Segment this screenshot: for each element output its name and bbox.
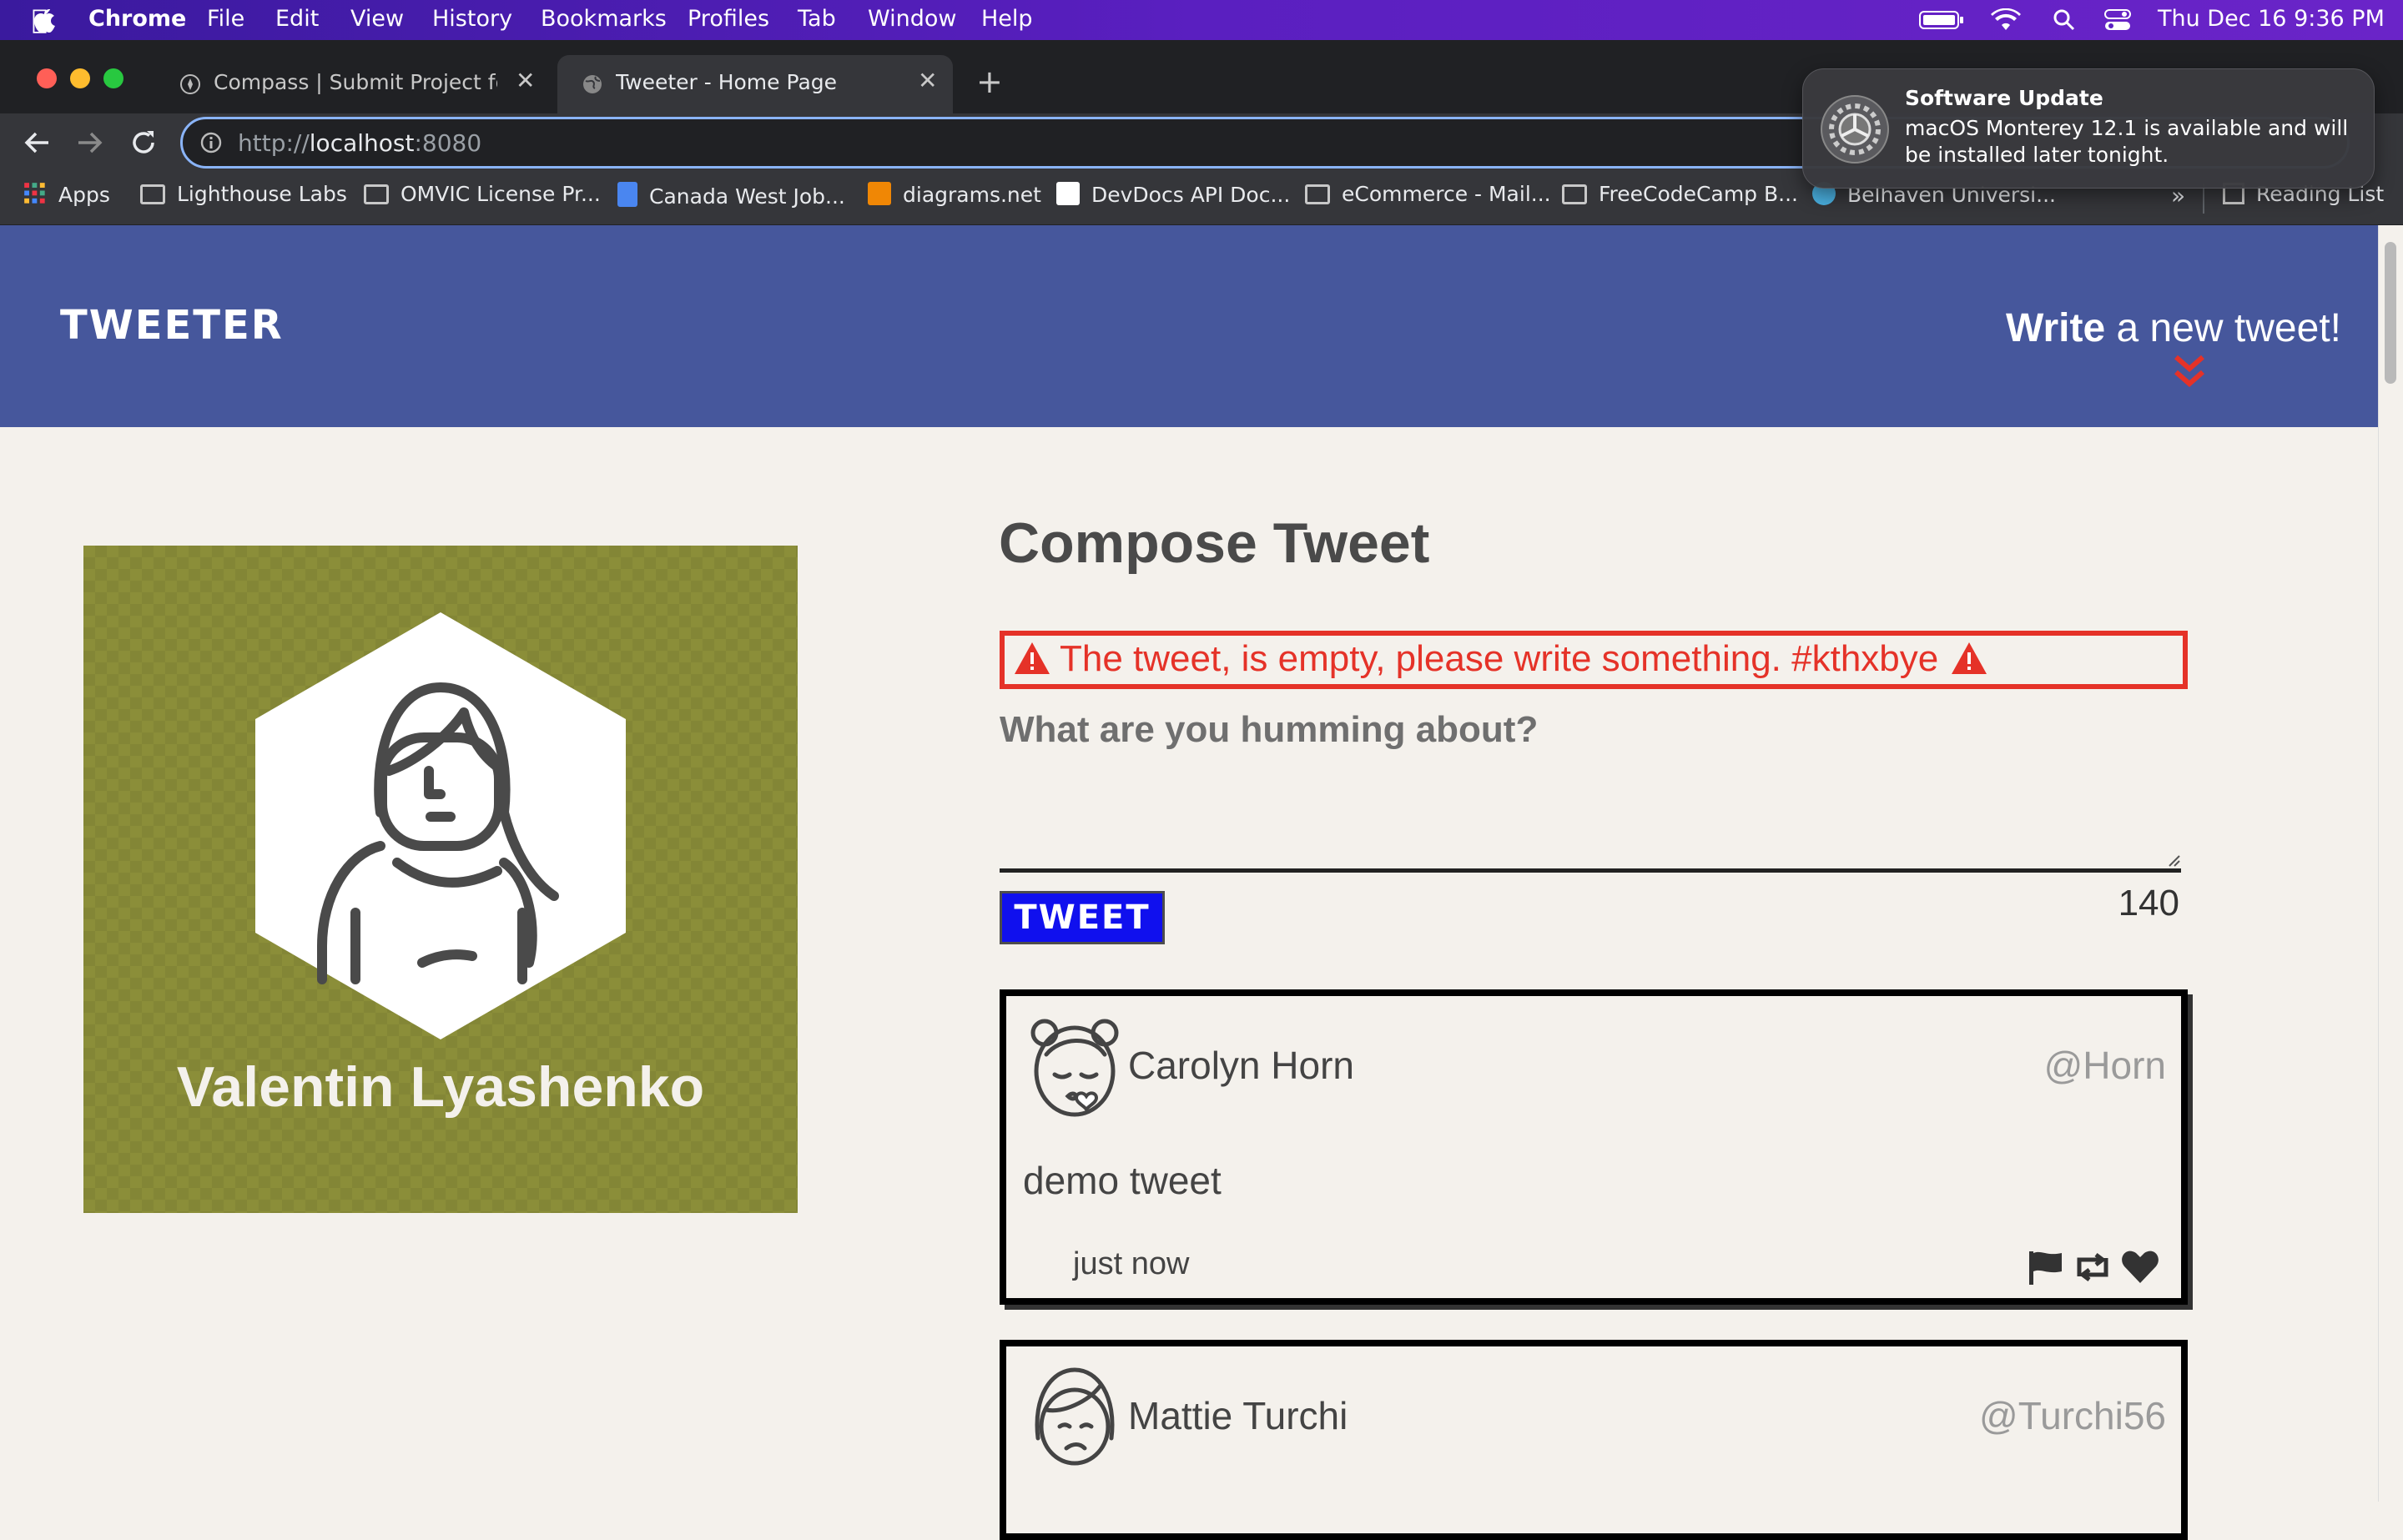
bookmark-devdocs[interactable]: DevDocs API Doc... — [1056, 182, 1290, 207]
docs-icon — [617, 182, 637, 207]
url-scheme: http:// — [238, 129, 310, 157]
retweet-icon[interactable] — [2073, 1251, 2113, 1283]
notification-title: Software Update — [1905, 86, 2103, 110]
compass-favicon-icon — [180, 74, 200, 94]
window-close-button[interactable] — [37, 68, 57, 88]
bookmark-freecodecamp[interactable]: FreeCodeCamp B... — [1562, 182, 1798, 206]
menu-bookmarks[interactable]: Bookmarks — [541, 6, 667, 32]
tweet-button[interactable]: TWEET — [1000, 891, 1165, 944]
user-profile-card: Valentin Lyashenko — [83, 546, 798, 1213]
tweet-article: Carolyn Horn @Horn demo tweet just now — [1000, 989, 2188, 1305]
menu-edit[interactable]: Edit — [275, 6, 319, 32]
tab-compass[interactable]: Compass | Submit Project for E ✕ — [155, 55, 551, 113]
warning-icon — [1015, 642, 1050, 674]
devdocs-icon — [1056, 182, 1080, 205]
scrollbar-thumb[interactable] — [2385, 242, 2396, 384]
heart-icon[interactable] — [2121, 1250, 2159, 1285]
write-bold: Write — [2006, 306, 2106, 350]
flag-icon[interactable] — [2028, 1250, 2064, 1285]
tab-label: Compass | Submit Project for E — [214, 70, 497, 94]
profile-name: Valentin Lyashenko — [176, 1055, 705, 1119]
bookmark-canada-west[interactable]: Canada West Job... — [617, 182, 845, 209]
compose-title: Compose Tweet — [999, 511, 1430, 575]
wifi-icon[interactable] — [1991, 8, 2021, 32]
window-zoom-button[interactable] — [103, 68, 123, 88]
menu-view[interactable]: View — [350, 6, 404, 32]
system-preferences-gear-icon — [1821, 95, 1889, 164]
bookmark-label: Apps — [58, 183, 110, 207]
tweet-article: Mattie Turchi @Turchi56 — [1000, 1340, 2188, 1540]
bookmark-label: diagrams.net — [903, 183, 1041, 207]
tab-close-icon[interactable]: ✕ — [918, 67, 937, 94]
bookmark-label: FreeCodeCamp B... — [1599, 182, 1798, 206]
tab-close-icon[interactable]: ✕ — [516, 67, 535, 94]
menu-tab[interactable]: Tab — [798, 6, 836, 32]
tweet-timestamp: just now — [1073, 1246, 1190, 1281]
double-chevron-down-icon[interactable] — [2173, 354, 2206, 390]
globe-favicon-icon — [583, 75, 602, 93]
bookmark-lighthouse-labs[interactable]: Lighthouse Labs — [140, 182, 347, 206]
menu-profiles[interactable]: Profiles — [688, 6, 769, 32]
bookmark-label: OMVIC License Pr... — [400, 182, 601, 206]
menu-app-name[interactable]: Chrome — [88, 6, 186, 32]
folder-icon — [140, 184, 165, 204]
menu-file[interactable]: File — [207, 6, 244, 32]
write-new-tweet-link[interactable]: Write a new tweet! — [1836, 305, 2341, 351]
brand-logo[interactable]: TWEETER — [60, 302, 284, 349]
resize-handle-icon[interactable] — [2168, 854, 2181, 868]
error-text: The tweet, is empty, please write someth… — [1060, 638, 1939, 679]
software-update-notification[interactable]: Software Update macOS Monterey 12.1 is a… — [1802, 68, 2375, 189]
forward-arrow-icon[interactable] — [77, 130, 103, 155]
url-host: localhost — [309, 129, 415, 157]
window-minimize-button[interactable] — [70, 68, 90, 88]
tweet-text: demo tweet — [1023, 1159, 1222, 1202]
menu-history[interactable]: History — [432, 6, 512, 32]
back-arrow-icon[interactable] — [23, 130, 50, 155]
macos-menu-bar:  Chrome File Edit View History Bookmark… — [0, 0, 2403, 40]
write-rest: a new tweet! — [2105, 306, 2342, 350]
menu-clock[interactable]: Thu Dec 16 9:36 PM — [2158, 6, 2385, 32]
menu-help[interactable]: Help — [981, 6, 1033, 32]
bookmark-ecommerce[interactable]: eCommerce - Mail... — [1305, 182, 1551, 206]
tweet-author-handle: @Turchi56 — [1979, 1394, 2166, 1437]
tab-tweeter[interactable]: Tweeter - Home Page ✕ — [557, 55, 953, 113]
error-message: The tweet, is empty, please write someth… — [1000, 631, 2188, 689]
tweet-avatar-icon — [1035, 1367, 1115, 1466]
url-text[interactable]: http://localhost:8080 — [238, 129, 481, 157]
warning-icon — [1952, 642, 1987, 674]
url-port: :8080 — [414, 129, 482, 157]
reload-icon[interactable] — [130, 128, 157, 157]
notification-body-line1: macOS Monterey 12.1 is available and wil… — [1905, 116, 2349, 140]
control-center-icon[interactable] — [2104, 8, 2131, 32]
folder-icon — [364, 184, 389, 204]
tweet-author-name: Mattie Turchi — [1128, 1394, 1348, 1437]
page-scrollbar[interactable] — [2378, 225, 2403, 1502]
bookmark-label: Canada West Job... — [649, 184, 845, 209]
tab-label: Tweeter - Home Page — [616, 70, 838, 94]
menu-window[interactable]: Window — [868, 6, 956, 32]
spotlight-search-icon[interactable] — [2053, 8, 2076, 32]
notification-body-line2: be installed later tonight. — [1905, 143, 2169, 167]
diagrams-icon — [868, 182, 891, 205]
tweet-actions — [2028, 1246, 2161, 1288]
bookmark-apps[interactable]: Apps — [23, 182, 110, 207]
character-counter: 140 — [2118, 883, 2179, 923]
bookmark-diagrams[interactable]: diagrams.net — [868, 182, 1041, 207]
bookmark-omvic[interactable]: OMVIC License Pr... — [364, 182, 601, 206]
bookmark-label: DevDocs API Doc... — [1091, 183, 1291, 207]
folder-icon — [1305, 184, 1330, 204]
tweet-author-handle: @Horn — [2043, 1044, 2166, 1087]
site-info-icon[interactable] — [199, 131, 223, 154]
tweet-avatar-icon — [1030, 1019, 1119, 1117]
bookmark-label: Lighthouse Labs — [177, 182, 347, 206]
new-tab-icon[interactable]: + — [976, 63, 1003, 100]
apple-logo-icon[interactable] — [32, 7, 55, 33]
tweet-textarea[interactable] — [1000, 709, 2181, 873]
user-avatar-icon — [255, 612, 626, 1039]
bookmark-label: eCommerce - Mail... — [1342, 182, 1551, 206]
tweet-author-name: Carolyn Horn — [1128, 1044, 1354, 1087]
folder-icon — [1562, 184, 1587, 204]
apps-grid-icon — [24, 183, 45, 204]
battery-icon[interactable] — [1919, 10, 1964, 30]
